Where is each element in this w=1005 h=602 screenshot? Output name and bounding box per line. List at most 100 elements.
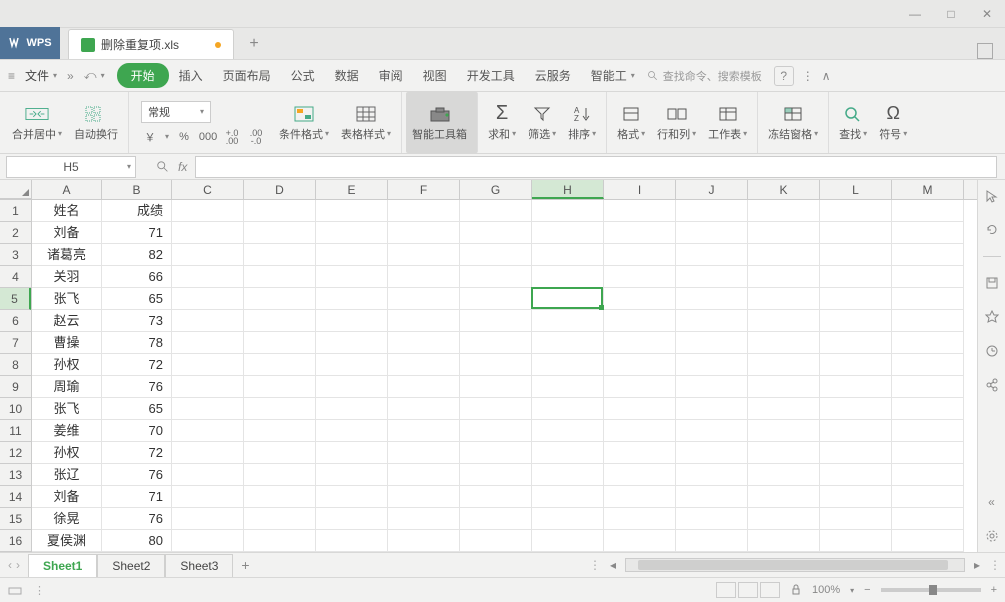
col-header-B[interactable]: B	[102, 180, 172, 199]
row-header-3[interactable]: 3	[0, 244, 31, 266]
col-header-G[interactable]: G	[460, 180, 532, 199]
cell[interactable]	[892, 222, 964, 244]
cell[interactable]: 徐晃	[32, 508, 102, 530]
cell[interactable]	[532, 332, 604, 354]
cell[interactable]	[892, 486, 964, 508]
cell[interactable]	[388, 420, 460, 442]
cell[interactable]	[244, 508, 316, 530]
hamburger-icon[interactable]: ≡	[8, 69, 15, 83]
cell[interactable]	[388, 398, 460, 420]
cell[interactable]: 76	[102, 464, 172, 486]
cell[interactable]: 76	[102, 508, 172, 530]
cell[interactable]	[172, 244, 244, 266]
cell[interactable]	[316, 530, 388, 552]
cell[interactable]	[676, 530, 748, 552]
cell[interactable]: 78	[102, 332, 172, 354]
menu-tab-2[interactable]: 页面布局	[213, 63, 281, 88]
share-icon[interactable]	[984, 377, 1000, 393]
menu-tab-5[interactable]: 审阅	[369, 63, 413, 88]
smart-toolbox-button[interactable]: 智能工具箱	[406, 92, 478, 153]
cell[interactable]	[388, 288, 460, 310]
split-marker-left[interactable]: ⋮	[589, 558, 601, 572]
cell[interactable]	[460, 266, 532, 288]
cell[interactable]	[676, 244, 748, 266]
cell[interactable]	[604, 266, 676, 288]
cell[interactable]	[388, 376, 460, 398]
sum-button[interactable]: Σ 求和▾	[482, 92, 522, 153]
cell[interactable]	[676, 486, 748, 508]
cell[interactable]	[316, 288, 388, 310]
menu-tab-7[interactable]: 开发工具	[457, 63, 525, 88]
cell[interactable]	[820, 420, 892, 442]
zoom-slider[interactable]	[881, 588, 981, 592]
cell[interactable]	[244, 200, 316, 222]
row-header-9[interactable]: 9	[0, 376, 31, 398]
cell[interactable]	[532, 266, 604, 288]
cell[interactable]	[748, 376, 820, 398]
sort-button[interactable]: AZ 排序▾	[562, 92, 607, 153]
cell[interactable]	[172, 398, 244, 420]
cell[interactable]	[676, 332, 748, 354]
menu-overflow-left2[interactable]: ⤺	[84, 68, 97, 83]
cell[interactable]	[676, 354, 748, 376]
wps-logo[interactable]: WPS	[0, 27, 60, 59]
cell[interactable]	[748, 310, 820, 332]
cell[interactable]	[460, 376, 532, 398]
cell[interactable]: 孙权	[32, 442, 102, 464]
row-header-7[interactable]: 7	[0, 332, 31, 354]
cell[interactable]	[244, 288, 316, 310]
cell[interactable]	[460, 486, 532, 508]
cell[interactable]	[172, 354, 244, 376]
cell[interactable]: 诸葛亮	[32, 244, 102, 266]
menu-ellipsis[interactable]: ⋮	[802, 69, 814, 83]
cell[interactable]	[820, 508, 892, 530]
row-header-13[interactable]: 13	[0, 464, 31, 486]
view-layout[interactable]	[738, 582, 758, 598]
cell[interactable]	[892, 530, 964, 552]
cell[interactable]	[172, 530, 244, 552]
cell[interactable]	[388, 200, 460, 222]
cell[interactable]	[532, 310, 604, 332]
cell[interactable]	[172, 442, 244, 464]
cell[interactable]	[748, 420, 820, 442]
cell[interactable]	[316, 244, 388, 266]
cell[interactable]	[244, 530, 316, 552]
row-header-1[interactable]: 1	[0, 200, 31, 222]
cell[interactable]	[316, 398, 388, 420]
cell[interactable]	[748, 222, 820, 244]
cell[interactable]	[460, 442, 532, 464]
cell[interactable]	[676, 266, 748, 288]
zoom-thumb[interactable]	[929, 585, 937, 595]
cell[interactable]: 70	[102, 420, 172, 442]
cell[interactable]	[244, 442, 316, 464]
cell[interactable]	[244, 332, 316, 354]
row-header-12[interactable]: 12	[0, 442, 31, 464]
cell[interactable]	[820, 398, 892, 420]
sheet-tab-Sheet2[interactable]: Sheet2	[97, 554, 165, 577]
cell[interactable]: 曹操	[32, 332, 102, 354]
cell[interactable]	[316, 310, 388, 332]
cell[interactable]	[532, 486, 604, 508]
cell[interactable]	[892, 288, 964, 310]
cell[interactable]	[892, 244, 964, 266]
close-button[interactable]: ✕	[969, 0, 1005, 28]
cell[interactable]	[244, 244, 316, 266]
hscroll-track[interactable]	[625, 558, 965, 572]
cell[interactable]	[604, 288, 676, 310]
col-header-L[interactable]: L	[820, 180, 892, 199]
cell[interactable]	[748, 354, 820, 376]
cell[interactable]	[244, 398, 316, 420]
cell[interactable]	[748, 288, 820, 310]
decimal-increase-icon[interactable]: +.0.00	[223, 129, 241, 145]
cell[interactable]	[748, 266, 820, 288]
cell[interactable]	[604, 200, 676, 222]
cell[interactable]: 周瑜	[32, 376, 102, 398]
cell[interactable]	[676, 222, 748, 244]
formula-input[interactable]	[195, 156, 997, 178]
hscroll-thumb[interactable]	[638, 560, 948, 570]
row-header-11[interactable]: 11	[0, 420, 31, 442]
hscroll-left[interactable]: ◂	[605, 557, 621, 573]
lock-icon[interactable]	[790, 584, 802, 596]
cell[interactable]	[676, 310, 748, 332]
col-header-D[interactable]: D	[244, 180, 316, 199]
